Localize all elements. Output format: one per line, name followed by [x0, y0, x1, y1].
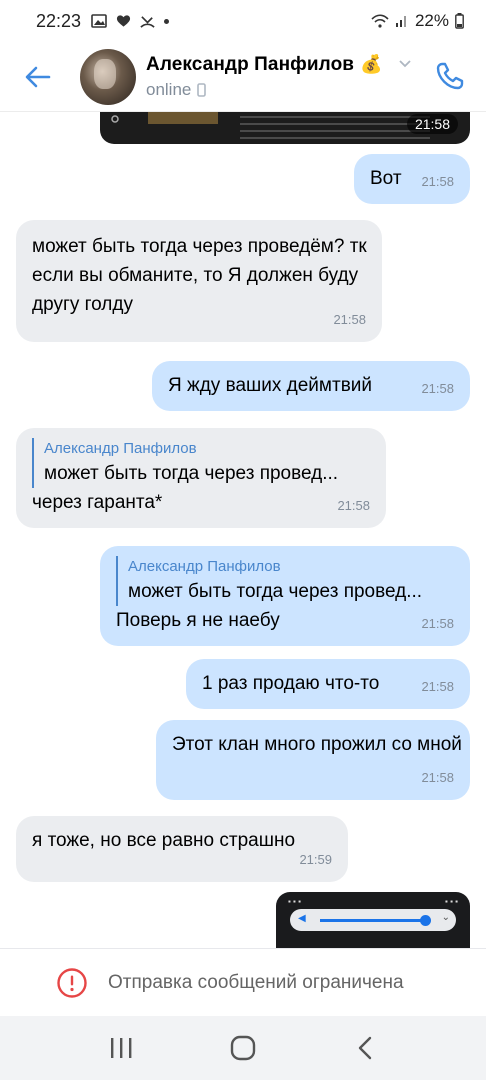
volume-track: [320, 919, 424, 922]
status-notification-icons: [91, 14, 170, 29]
message-bubble-in[interactable]: я тоже, но все равно страшно 21:59: [16, 816, 348, 882]
image-thumb-text: [240, 116, 430, 140]
back-nav-button[interactable]: [335, 1023, 395, 1073]
back-arrow-icon: [25, 66, 51, 87]
reply-quote[interactable]: Александр Панфилов может быть тогда чере…: [32, 438, 370, 488]
chat-header: Александр Панфилов 💰 online: [0, 42, 486, 112]
message-text: через гаранта*: [32, 492, 163, 513]
message-bubble-in[interactable]: может быть тогда через проведём? тк если…: [16, 220, 382, 342]
status-system-icons: 22%: [371, 11, 464, 31]
message-time: 21:58: [421, 381, 454, 396]
system-navigation-bar: [0, 1016, 486, 1080]
message-text: Этот клан много прожил со мной: [172, 734, 462, 755]
heart-icon: [116, 15, 131, 27]
message-text: 1 раз продаю что-то: [202, 673, 380, 694]
contact-status: online: [146, 79, 192, 99]
quote-text: может быть тогда через провед...: [44, 463, 339, 484]
message-bubble-out[interactable]: Я жду ваших деймтвий 21:58: [152, 361, 470, 411]
quote-author: Александр Панфилов: [44, 440, 197, 457]
message-text: Я жду ваших деймтвий: [168, 375, 373, 396]
message-time: 21:58: [421, 679, 454, 694]
home-icon: [230, 1035, 256, 1061]
message-bubble-in-reply[interactable]: Александр Панфилов может быть тогда чере…: [16, 428, 386, 528]
image-message-top[interactable]: 21:58: [100, 112, 470, 144]
avatar[interactable]: [80, 48, 136, 105]
contact-name: Александр Панфилов: [146, 53, 355, 75]
wifi-icon: [371, 14, 389, 28]
status-bar: 22:23 22%: [0, 0, 486, 42]
warning-icon: [57, 967, 87, 998]
quote-text: может быть тогда через провед...: [128, 581, 423, 602]
volume-knob: [420, 915, 431, 926]
battery-percent: 22%: [414, 11, 449, 30]
image-message-bottom[interactable]: ▪ ▪ ▪ ▪ ▪ ▪ ◀ ⌄: [276, 892, 470, 948]
money-bag-icon: 💰: [360, 54, 383, 74]
battery-icon: [455, 13, 464, 29]
speaker-icon: ◀: [298, 913, 306, 924]
message-time: 21:59: [299, 852, 332, 867]
missed-call-icon: [140, 15, 155, 28]
message-bubble-out[interactable]: Вот 21:58: [354, 154, 470, 204]
message-time: 21:58: [421, 770, 454, 785]
message-text: Вот: [370, 168, 402, 189]
image-time: 21:58: [406, 114, 458, 134]
signal-icon: [395, 16, 406, 27]
contact-info[interactable]: Александр Панфилов 💰 online: [146, 54, 411, 100]
back-button[interactable]: [0, 42, 76, 112]
home-button[interactable]: [213, 1023, 273, 1073]
message-time: 21:58: [421, 174, 454, 189]
phone-icon: [436, 62, 464, 90]
message-bubble-out[interactable]: 1 раз продаю что-то 21:58: [186, 659, 470, 709]
gallery-icon: [91, 14, 107, 28]
message-bubble-out-reply[interactable]: Александр Панфилов может быть тогда чере…: [100, 546, 470, 646]
message-text: Поверь я не наебу: [116, 610, 280, 631]
gear-icon: [111, 115, 119, 123]
quote-author: Александр Панфилов: [128, 558, 281, 575]
more-notifications-dot: [164, 18, 170, 24]
image-thumb-statusbar: ▪ ▪ ▪: [288, 897, 301, 906]
call-button[interactable]: [430, 56, 470, 96]
image-thumb-statusbar-right: ▪ ▪ ▪: [445, 897, 458, 906]
message-list[interactable]: 21:58 Вот 21:58 может быть тогда через п…: [0, 112, 486, 948]
restriction-text: Отправка сообщений ограничена: [108, 971, 404, 993]
chevron-down-icon: ⌄: [441, 912, 450, 923]
message-text: я тоже, но все равно страшно: [32, 830, 296, 851]
recent-apps-button[interactable]: [91, 1023, 151, 1073]
recents-icon: [111, 1038, 132, 1058]
status-time: 22:23: [36, 10, 82, 31]
reply-quote[interactable]: Александр Панфилов может быть тогда чере…: [116, 556, 454, 606]
image-thumb-volume-bar: ◀ ⌄: [290, 909, 456, 931]
message-time: 21:58: [421, 616, 454, 631]
message-text: может быть тогда через проведём? тк если…: [32, 236, 367, 315]
messaging-restricted-bar: Отправка сообщений ограничена: [0, 948, 486, 1016]
chevron-down-icon[interactable]: [398, 59, 411, 68]
message-time: 21:58: [337, 498, 370, 513]
message-bubble-out[interactable]: Этот клан много прожил со мной 21:58: [156, 720, 470, 800]
mobile-icon: [197, 82, 207, 97]
message-time: 21:58: [333, 312, 366, 327]
image-thumb-button: [148, 112, 218, 124]
back-chevron-icon: [358, 1036, 372, 1060]
